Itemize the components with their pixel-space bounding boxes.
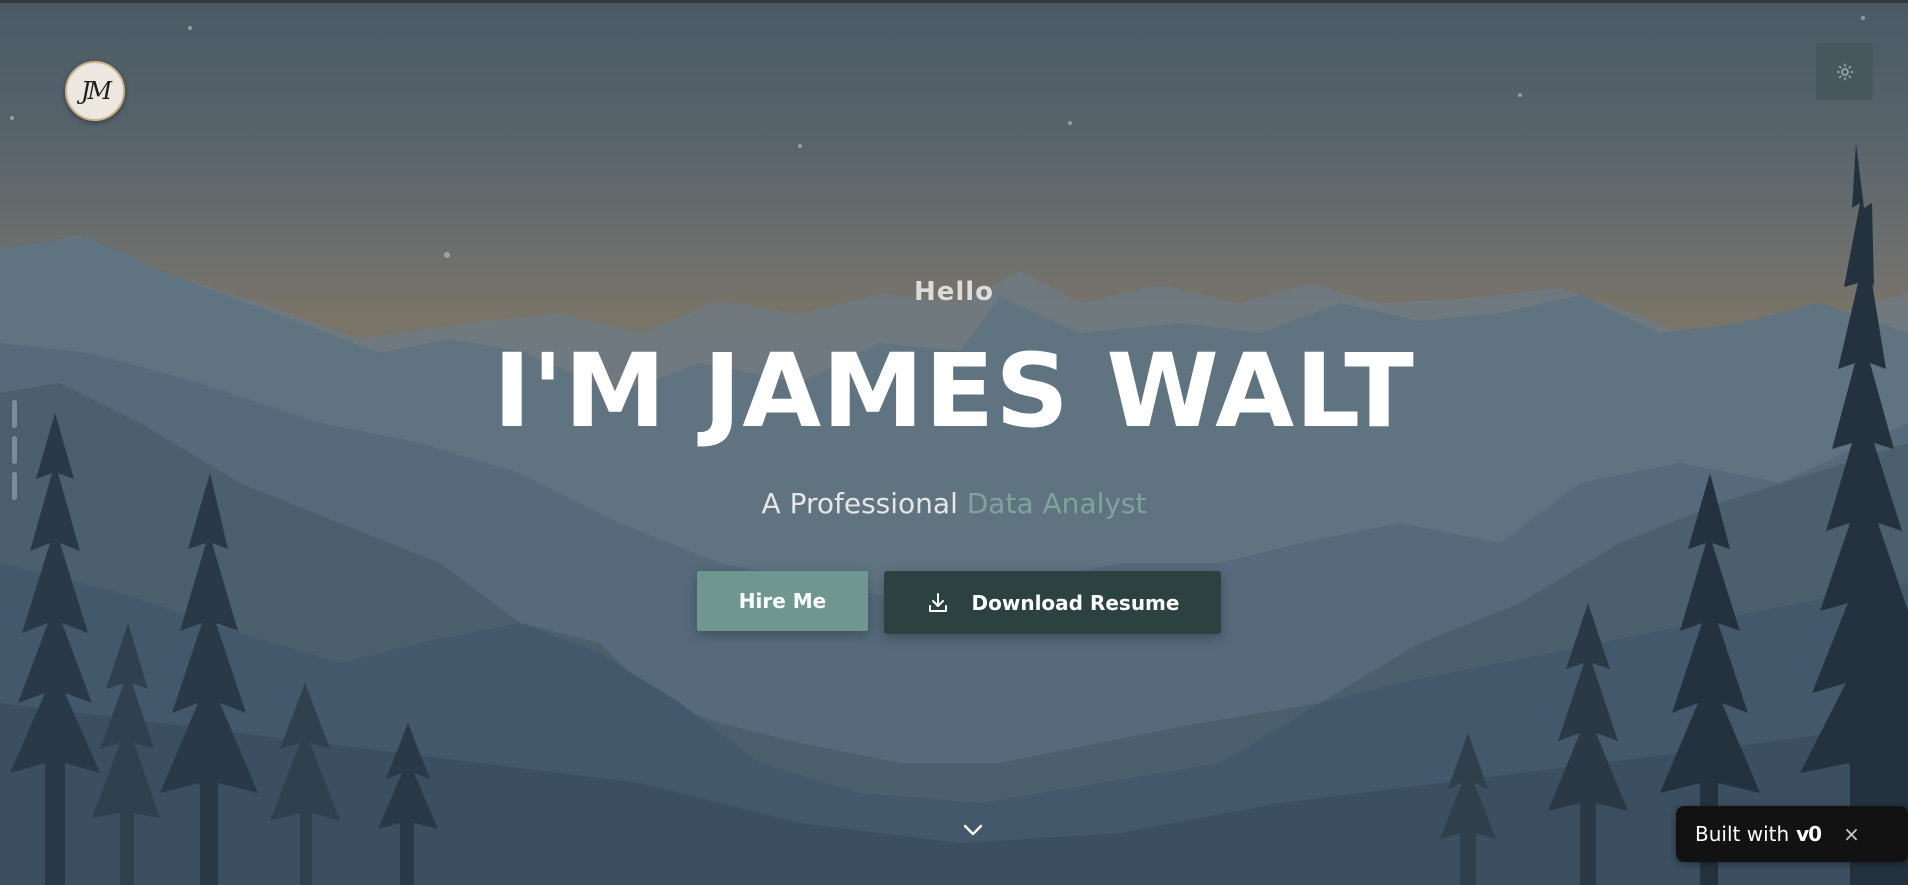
hero-headline: I'M JAMES WALT — [493, 332, 1415, 451]
theme-toggle-button[interactable] — [1816, 43, 1873, 100]
download-icon — [926, 591, 950, 615]
built-with-label: Built with — [1695, 822, 1790, 846]
subtitle-prefix: A Professional — [761, 487, 958, 520]
portfolio-page: JM Hello I'M JAMES WALT A Professional D… — [0, 0, 1908, 885]
download-resume-button[interactable]: Download Resume — [884, 571, 1221, 634]
download-resume-label: Download Resume — [971, 590, 1180, 615]
built-with-v0-badge[interactable]: Built with v0 × — [1676, 806, 1908, 862]
v0-logo: v0 — [1796, 822, 1822, 846]
logo-monogram: JM — [80, 77, 112, 105]
hire-me-label: Hire Me — [738, 589, 827, 613]
sun-icon — [1836, 63, 1853, 80]
hire-me-button[interactable]: Hire Me — [697, 571, 868, 631]
hero-greeting: Hello — [913, 277, 995, 307]
subtitle-role: Data Analyst — [966, 487, 1147, 520]
close-icon[interactable]: × — [1843, 822, 1860, 846]
site-logo[interactable]: JM — [65, 61, 125, 121]
chevron-down-icon[interactable] — [960, 819, 986, 841]
hero-subtitle: A Professional Data Analyst — [0, 487, 1908, 520]
